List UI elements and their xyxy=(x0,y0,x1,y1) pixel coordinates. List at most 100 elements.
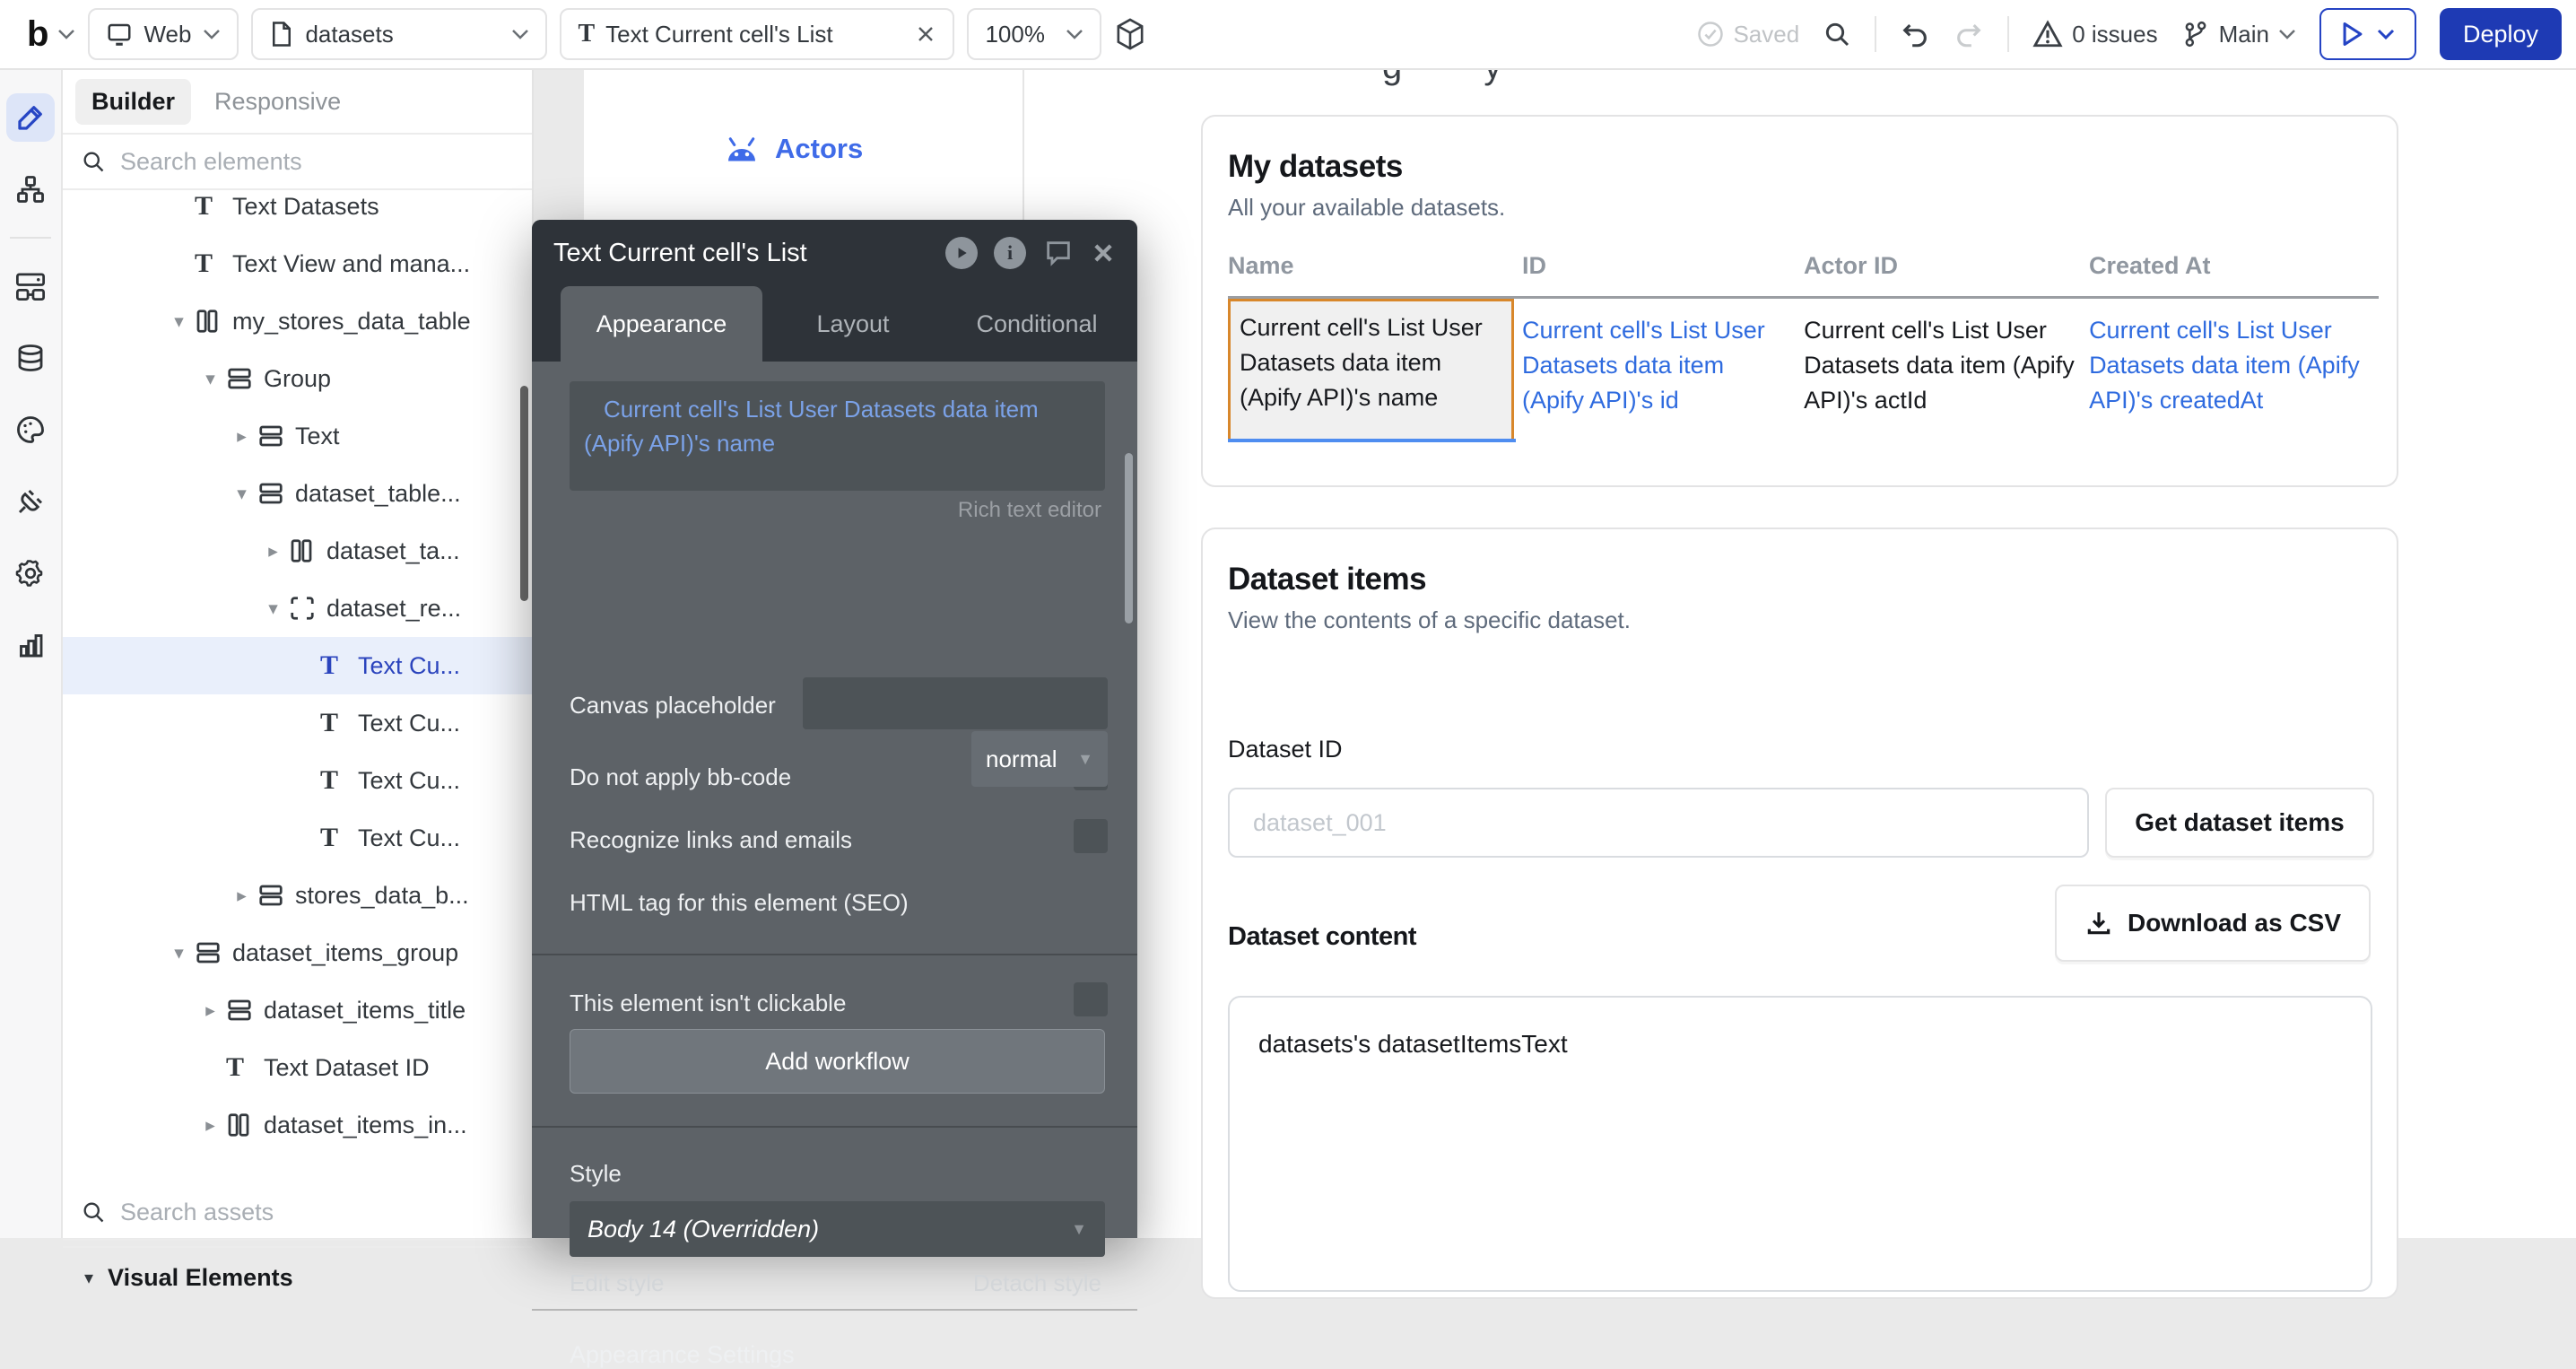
caret-right-icon[interactable]: ▸ xyxy=(257,540,289,562)
table-cell-1[interactable]: Current cell's List User Datasets data i… xyxy=(1522,299,1771,440)
caret-down-icon[interactable]: ▾ xyxy=(226,483,257,505)
dataset-id-input[interactable] xyxy=(1228,788,2089,858)
tree-item-stores-data-b[interactable]: ▸stores_data_b... xyxy=(63,867,532,924)
tree-item-label: dataset_items_title xyxy=(264,997,466,1025)
add-workflow-button[interactable]: Add workflow xyxy=(570,1029,1105,1094)
caret-down-icon[interactable]: ▾ xyxy=(163,942,195,964)
tab-layout[interactable]: Layout xyxy=(772,286,934,362)
component-cube-icon[interactable] xyxy=(1114,17,1146,51)
actors-heading[interactable]: Actors xyxy=(723,133,863,165)
workflow-sitemap-icon[interactable] xyxy=(6,165,55,214)
style-dropdown[interactable]: Body 14 (Overridden) ▼ xyxy=(570,1201,1105,1257)
tree-item-text[interactable]: ▸Text xyxy=(63,407,532,465)
not-clickable-checkbox[interactable] xyxy=(1074,982,1108,1016)
settings-gear-icon[interactable] xyxy=(6,549,55,597)
tree-item-text-cu[interactable]: TText Cu... xyxy=(63,809,532,867)
table-cell-3[interactable]: Current cell's List User Datasets data i… xyxy=(2089,299,2363,440)
redo-icon[interactable] xyxy=(1954,19,1984,49)
caret-down-icon[interactable]: ▾ xyxy=(257,597,289,620)
panel-tabs: Builder Responsive xyxy=(63,70,532,135)
recognize-links-checkbox[interactable] xyxy=(1074,819,1108,853)
deploy-button[interactable]: Deploy xyxy=(2440,8,2562,60)
components-icon[interactable] xyxy=(6,262,55,310)
search-assets-input[interactable] xyxy=(120,1199,514,1226)
issues-indicator[interactable]: 0 issues xyxy=(2032,20,2157,48)
caret-down-icon: ▼ xyxy=(1071,1220,1087,1239)
group-element-icon xyxy=(257,481,295,506)
caret-down-icon[interactable]: ▾ xyxy=(163,310,195,333)
tree-item-group[interactable]: ▾Group xyxy=(63,350,532,407)
table-cell-0-selected[interactable]: Current cell's List User Datasets data i… xyxy=(1228,299,1514,440)
rich-text-editor-link[interactable]: Rich text editor xyxy=(958,498,1101,523)
tree-item-text-cu[interactable]: TText Cu... xyxy=(63,694,532,752)
get-dataset-items-button[interactable]: Get dataset items xyxy=(2105,788,2374,858)
robot-icon xyxy=(723,134,761,164)
styles-palette-icon[interactable] xyxy=(6,405,55,454)
search-elements-row xyxy=(63,135,532,190)
tree-item-dataset-items-in[interactable]: ▸dataset_items_in... xyxy=(63,1096,532,1154)
tree-item-dataset-table[interactable]: ▾dataset_table... xyxy=(63,465,532,522)
inspector-scrollbar[interactable] xyxy=(1125,453,1133,623)
platform-dropdown[interactable]: Web xyxy=(88,8,239,60)
page-dropdown[interactable]: datasets xyxy=(251,8,547,60)
tree-item-dataset-re[interactable]: ▾ dataset_re... xyxy=(63,580,532,637)
divider xyxy=(532,1126,1137,1128)
text-element-icon: T xyxy=(320,824,358,851)
close-icon[interactable] xyxy=(915,23,936,45)
canvas-placeholder-input[interactable] xyxy=(803,677,1108,729)
tab-responsive[interactable]: Responsive xyxy=(198,79,357,125)
inspector-header[interactable]: Text Current cell's List i xyxy=(532,220,1137,286)
text-element-icon: T xyxy=(320,652,358,679)
text-element-icon: T xyxy=(195,250,232,277)
detach-style-link[interactable]: Detach style xyxy=(973,1269,1101,1297)
close-icon[interactable] xyxy=(1091,240,1116,266)
comment-icon[interactable] xyxy=(1042,238,1075,268)
tree-item-text-cu[interactable]: TText Cu... xyxy=(63,752,532,809)
branch-selector[interactable]: Main xyxy=(2181,19,2296,49)
tab-builder[interactable]: Builder xyxy=(75,79,191,125)
tree-scrollbar[interactable] xyxy=(520,386,528,601)
my-datasets-subtitle: All your available datasets. xyxy=(1228,194,2371,222)
caret-right-icon[interactable]: ▸ xyxy=(226,885,257,907)
git-branch-icon xyxy=(2181,19,2210,49)
zoom-dropdown[interactable]: 100% xyxy=(967,8,1101,60)
info-icon[interactable]: i xyxy=(994,237,1026,269)
tree-item-text-cu[interactable]: TText Cu... xyxy=(63,637,532,694)
search-icon[interactable] xyxy=(1823,20,1851,48)
tree-item-text-datasets[interactable]: TText Datasets xyxy=(63,194,532,235)
preview-element-icon[interactable] xyxy=(945,237,978,269)
html-tag-dropdown[interactable]: normal ▼ xyxy=(971,731,1108,787)
tree-item-label: dataset_re... xyxy=(326,595,461,623)
tree-item-dataset-ta[interactable]: ▸dataset_ta... xyxy=(63,522,532,580)
design-pencil-icon[interactable] xyxy=(6,93,55,142)
page-label: datasets xyxy=(305,21,393,48)
tree-item-label: Text Cu... xyxy=(358,652,460,680)
edit-style-link[interactable]: Edit style xyxy=(570,1269,665,1297)
text-expression-editor[interactable]: Current cell's List User Datasets data i… xyxy=(570,381,1105,491)
actors-label: Actors xyxy=(775,133,863,165)
visual-elements-section[interactable]: ▾ Visual Elements xyxy=(63,1246,532,1308)
logs-chart-icon[interactable] xyxy=(6,621,55,669)
search-elements-input[interactable] xyxy=(120,148,514,176)
tab-conditional[interactable]: Conditional xyxy=(943,286,1131,362)
plugins-plug-icon[interactable] xyxy=(6,477,55,526)
tree-item-dataset-items-title[interactable]: ▸ dataset_items_title xyxy=(63,981,532,1039)
tree-item-dataset-items-group[interactable]: ▾dataset_items_group xyxy=(63,924,532,981)
tree-item-text-dataset-id[interactable]: TText Dataset ID xyxy=(63,1039,532,1096)
app-logo[interactable]: b xyxy=(27,16,75,52)
table-cell-2[interactable]: Current cell's List User Datasets data i… xyxy=(1804,299,2080,440)
tree-item-my-stores-data-table[interactable]: ▾my_stores_data_table xyxy=(63,292,532,350)
caret-down-icon[interactable]: ▾ xyxy=(195,368,226,390)
caret-right-icon[interactable]: ▸ xyxy=(195,1114,226,1137)
tab-appearance[interactable]: Appearance xyxy=(561,286,762,362)
caret-right-icon[interactable]: ▸ xyxy=(226,425,257,448)
caret-right-icon[interactable]: ▸ xyxy=(195,999,226,1022)
download-csv-button[interactable]: Download as CSV xyxy=(2055,885,2371,962)
undo-icon[interactable] xyxy=(1900,19,1930,49)
dataset-content-box[interactable]: datasets's datasetItemsText xyxy=(1228,996,2372,1292)
database-icon[interactable] xyxy=(6,334,55,382)
tree-item-text-view-and-mana[interactable]: TText View and mana... xyxy=(63,235,532,292)
preview-button[interactable] xyxy=(2319,8,2416,60)
element-tab[interactable]: T Text Current cell's List xyxy=(560,8,954,60)
caret-down-icon: ▾ xyxy=(84,1267,93,1289)
